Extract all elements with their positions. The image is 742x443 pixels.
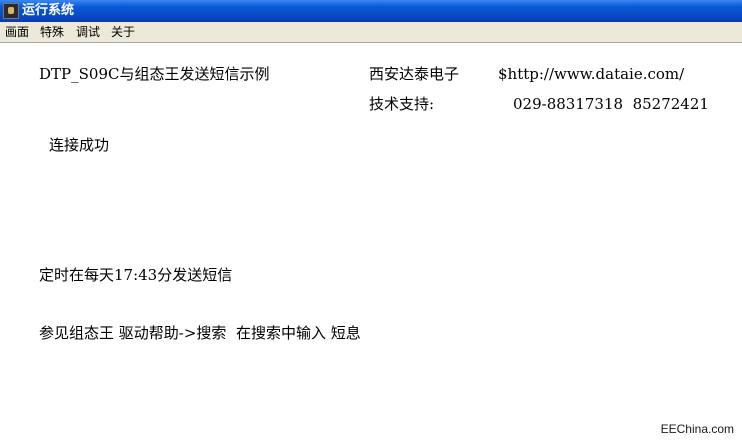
menu-item-about[interactable]: 关于	[111, 25, 135, 39]
connection-status: 连接成功	[49, 136, 110, 154]
example-title: DTP_S09C与组态王发送短信示例	[39, 65, 270, 83]
screen-canvas: DTP_S09C与组态王发送短信示例 西安达泰电子 $http://www.da…	[0, 43, 742, 443]
support-label: 技术支持:	[369, 95, 435, 113]
support-phones: 029-88317318 85272421	[513, 95, 709, 113]
window-title: 运行系统	[22, 3, 75, 18]
app-icon[interactable]	[3, 3, 19, 19]
title-bar: 运行系统	[0, 0, 742, 22]
menu-item-special[interactable]: 特殊	[40, 25, 64, 39]
menu-item-screen[interactable]: 画面	[5, 25, 29, 39]
watermark: EEChina.com	[660, 422, 734, 436]
menu-item-debug[interactable]: 调试	[76, 25, 100, 39]
company-name: 西安达泰电子	[369, 65, 460, 83]
schedule-text: 定时在每天17:43分发送短信	[39, 266, 233, 284]
help-text: 参见组态王 驱动帮助->搜索 在搜索中输入 短息	[39, 324, 361, 342]
company-url: $http://www.dataie.com/	[498, 65, 685, 83]
menu-bar: 画面 特殊 调试 关于	[0, 22, 742, 43]
